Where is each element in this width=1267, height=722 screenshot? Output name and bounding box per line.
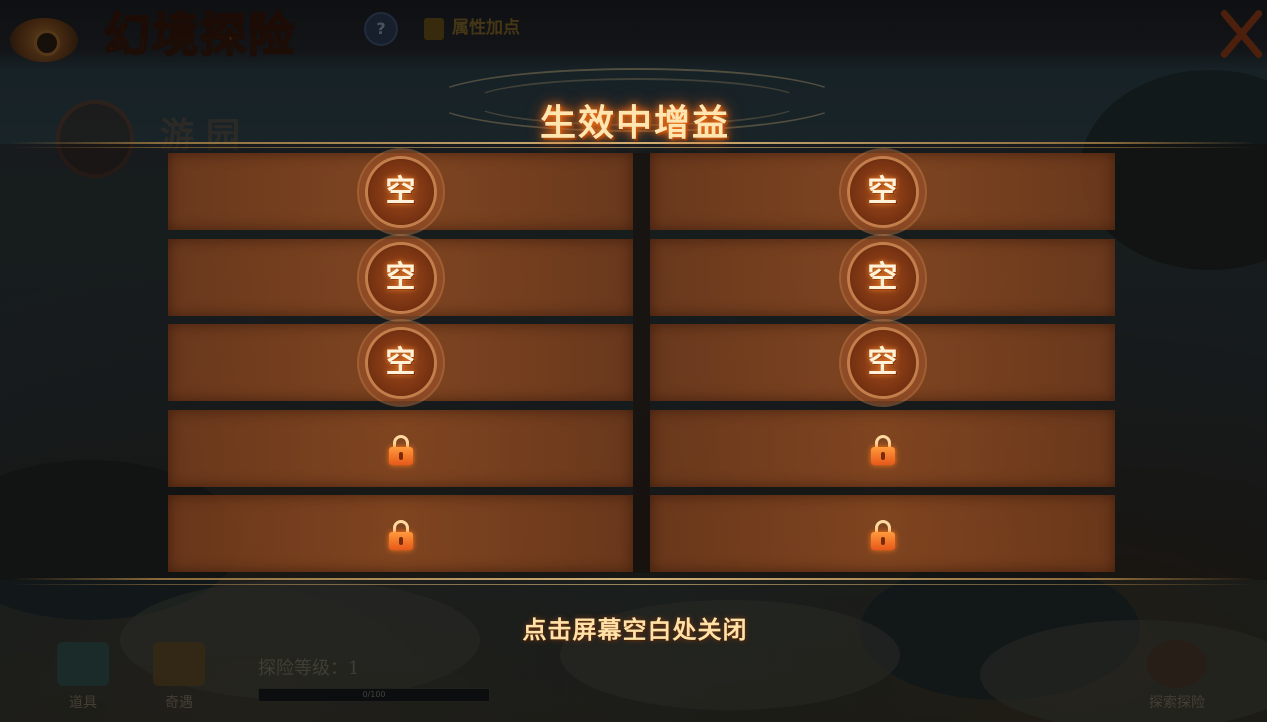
empty-buff-slot[interactable]: 空 (650, 324, 1115, 401)
panel-bottom-rule (10, 578, 1257, 580)
lock-icon (870, 519, 895, 550)
locked-buff-slot[interactable] (650, 410, 1115, 487)
empty-slot-badge: 空 (367, 158, 434, 225)
lock-icon (870, 434, 895, 465)
close-hint: 点击屏幕空白处关闭 (522, 615, 748, 644)
empty-buff-slot[interactable]: 空 (650, 153, 1115, 230)
panel-top-rule-thin (10, 147, 1257, 148)
empty-buff-slot[interactable]: 空 (168, 239, 633, 316)
empty-slot-badge: 空 (367, 329, 434, 396)
empty-slot-badge: 空 (849, 244, 916, 311)
locked-buff-slot[interactable] (650, 495, 1115, 572)
lock-icon (388, 434, 413, 465)
empty-buff-slot[interactable]: 空 (650, 239, 1115, 316)
panel-bottom-rule-thin (10, 584, 1257, 585)
empty-slot-badge: 空 (849, 158, 916, 225)
empty-slot-badge: 空 (849, 329, 916, 396)
buff-slot-grid: 空空空空空空 (168, 153, 1115, 573)
locked-buff-slot[interactable] (168, 495, 633, 572)
lock-icon (388, 519, 413, 550)
panel-title: 生效中增益 (539, 102, 730, 144)
locked-buff-slot[interactable] (168, 410, 633, 487)
empty-buff-slot[interactable]: 空 (168, 324, 633, 401)
column-divider (633, 153, 650, 573)
empty-slot-badge: 空 (367, 244, 434, 311)
empty-buff-slot[interactable]: 空 (168, 153, 633, 230)
